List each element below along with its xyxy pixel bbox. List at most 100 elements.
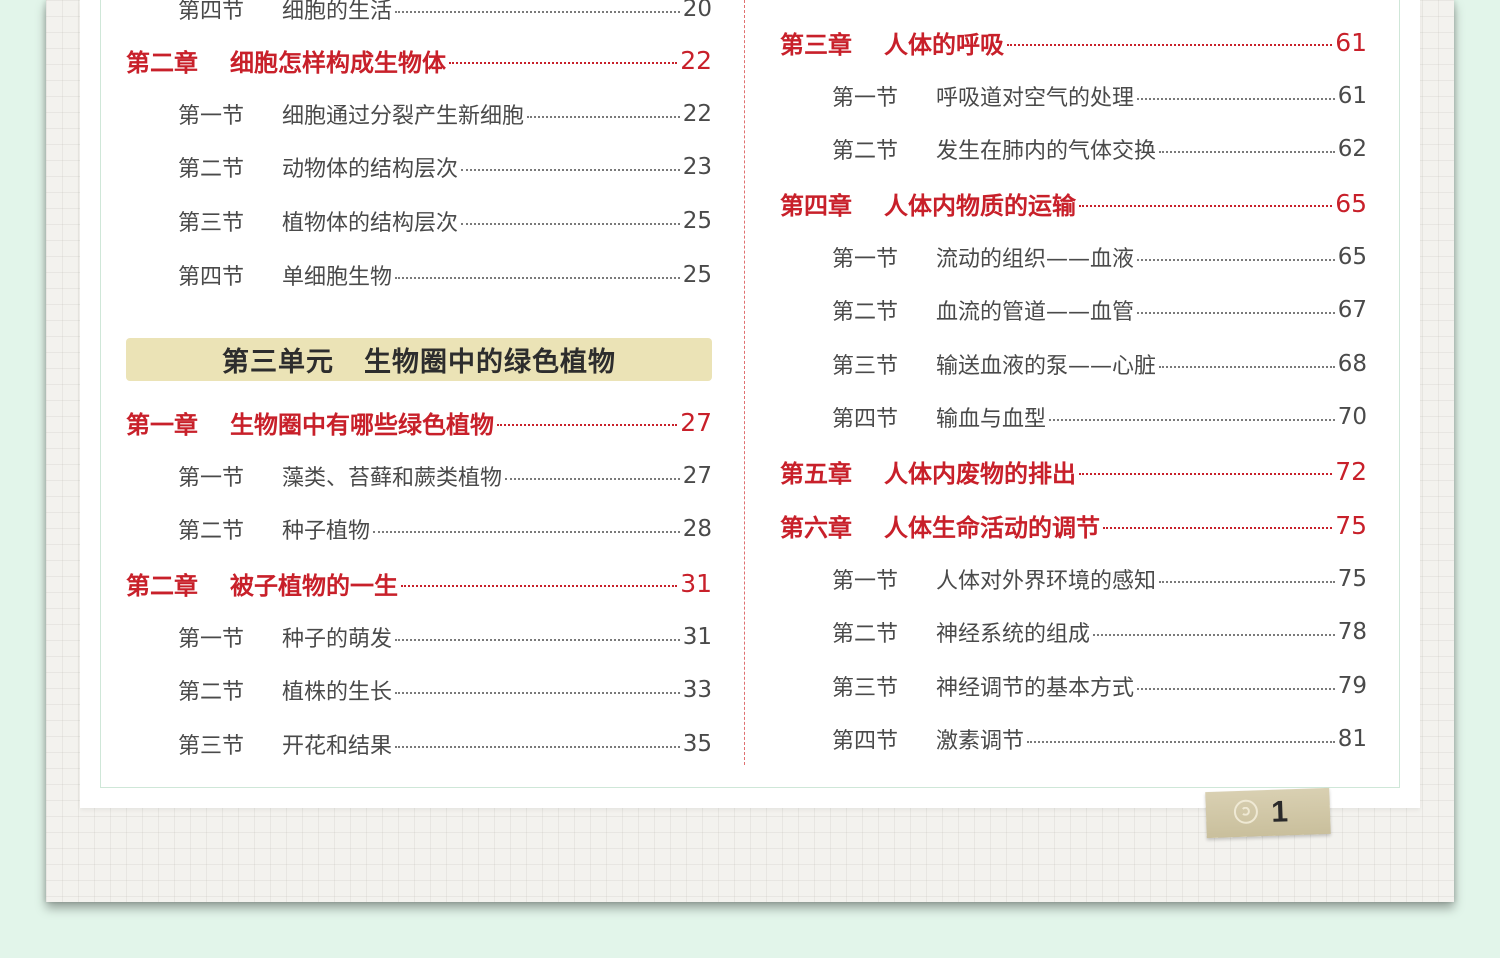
- section-number: 第二节: [832, 300, 899, 325]
- dot-leader: [395, 275, 680, 279]
- page-ref: 72: [1335, 456, 1367, 486]
- toc-chapter-row[interactable]: 第四章 人体内物质的运输 65: [780, 186, 1367, 220]
- chapter-number: 第四章: [780, 191, 852, 220]
- page-ref: 67: [1337, 297, 1367, 323]
- section-number: 第一节: [178, 104, 245, 129]
- section-number: 第四节: [832, 407, 899, 432]
- dot-leader: [461, 221, 680, 225]
- section-number: 第四节: [178, 0, 245, 24]
- section-number: 第三节: [178, 734, 245, 759]
- section-title: 神经调节的基本方式: [936, 676, 1135, 701]
- toc-section-row[interactable]: 第二节 神经系统的组成 78: [832, 615, 1367, 649]
- chapter-number: 第三章: [780, 30, 852, 59]
- toc-chapter-row[interactable]: 第一章 生物圈中有哪些绿色植物 27: [126, 405, 712, 439]
- chapter-title: 生物圈中有哪些绿色植物: [230, 410, 494, 439]
- section-number: 第二节: [178, 519, 245, 544]
- toc-section-row[interactable]: 第三节 植物体的结构层次 25: [178, 204, 712, 238]
- page-ref: 20: [682, 0, 712, 22]
- chapter-number: 第二章: [126, 571, 198, 600]
- section-title: 植株的生长: [282, 680, 393, 705]
- section-title: 种子植物: [282, 519, 371, 544]
- toc-section-row[interactable]: 第三节 输送血液的泵——心脏 68: [832, 347, 1367, 381]
- page-ref: 23: [682, 154, 712, 180]
- page-ref: 61: [1335, 27, 1367, 57]
- toc-section-row[interactable]: 第一节 种子的萌发 31: [178, 620, 712, 654]
- section-title: 人体对外界环境的感知: [936, 569, 1157, 594]
- section-number: 第二节: [832, 139, 899, 164]
- chapter-title: 人体的呼吸: [884, 30, 1004, 59]
- chapter-title: 被子植物的一生: [230, 571, 398, 600]
- toc-section-row[interactable]: 第一节 人体对外界环境的感知 75: [832, 562, 1367, 596]
- page-ref: 25: [682, 262, 712, 288]
- section-title: 发生在肺内的气体交换: [936, 139, 1157, 164]
- section-number: 第一节: [178, 466, 245, 491]
- section-number: 第三节: [832, 354, 899, 379]
- dot-leader: [401, 583, 678, 587]
- chapter-title: 人体内物质的运输: [884, 191, 1076, 220]
- page-ref: 33: [682, 677, 712, 703]
- dot-leader: [1159, 149, 1335, 153]
- section-number: 第一节: [832, 247, 899, 272]
- dot-leader: [1159, 364, 1335, 368]
- toc-chapter-row[interactable]: 第五章 人体内废物的排出 72: [780, 454, 1367, 488]
- section-number: 第四节: [832, 729, 899, 754]
- section-number: 第一节: [832, 569, 899, 594]
- chapter-number: 第五章: [780, 459, 852, 488]
- toc-section-row[interactable]: 第一节 流动的组织——血液 65: [832, 240, 1367, 274]
- toc-chapter-row[interactable]: 第二章 被子植物的一生 31: [126, 566, 712, 600]
- page-ref: 27: [680, 407, 712, 437]
- dot-leader: [395, 637, 680, 641]
- page-ref: 75: [1335, 510, 1367, 540]
- dot-leader: [1137, 257, 1335, 261]
- dot-leader: [1137, 96, 1335, 100]
- section-title: 输血与血型: [936, 407, 1047, 432]
- toc-section-row[interactable]: 第一节 藻类、苔藓和蕨类植物 27: [178, 459, 712, 493]
- publisher-logo-icon: [1233, 799, 1259, 825]
- chapter-number: 第一章: [126, 410, 198, 439]
- dot-leader: [527, 114, 680, 118]
- dot-leader: [1049, 417, 1335, 421]
- page-ref: 78: [1337, 619, 1367, 645]
- page-ref: 79: [1337, 673, 1367, 699]
- section-title: 植物体的结构层次: [282, 211, 459, 236]
- section-title: 藻类、苔藓和蕨类植物: [282, 466, 503, 491]
- section-number: 第二节: [178, 680, 245, 705]
- toc-section-row[interactable]: 第四节 单细胞生物 25: [178, 258, 712, 292]
- dot-leader: [373, 529, 680, 533]
- dot-leader: [395, 744, 680, 748]
- toc-chapter-row[interactable]: 第六章 人体生命活动的调节 75: [780, 508, 1367, 542]
- toc-section-row[interactable]: 第三节 神经调节的基本方式 79: [832, 669, 1367, 703]
- section-title: 单细胞生物: [282, 265, 393, 290]
- dot-leader: [1093, 632, 1335, 636]
- unit-banner: 第三单元 生物圈中的绿色植物: [126, 338, 712, 381]
- dot-leader: [505, 476, 680, 480]
- page-ref: 65: [1337, 244, 1367, 270]
- page-ref: 75: [1337, 566, 1367, 592]
- toc-section-row[interactable]: 第三节 开花和结果 35: [178, 727, 712, 761]
- page-ref: 28: [682, 516, 712, 542]
- dot-leader: [1159, 579, 1335, 583]
- dot-leader: [1103, 525, 1333, 529]
- page-ref: 31: [680, 568, 712, 598]
- section-title: 动物体的结构层次: [282, 157, 459, 182]
- toc-section-row[interactable]: 第二节 动物体的结构层次 23: [178, 150, 712, 184]
- page-ref: 81: [1337, 726, 1367, 752]
- chapter-title: 人体生命活动的调节: [884, 513, 1100, 542]
- unit-label: 第三单元: [222, 347, 334, 378]
- toc-section-row[interactable]: 第一节 细胞通过分裂产生新细胞 22: [178, 97, 712, 131]
- section-title: 神经系统的组成: [936, 622, 1091, 647]
- section-title: 输送血液的泵——心脏: [936, 354, 1157, 379]
- toc-section-row[interactable]: 第二节 发生在肺内的气体交换 62: [832, 132, 1367, 166]
- toc-section-row[interactable]: 第四节 激素调节 81: [832, 722, 1367, 756]
- toc-section-row[interactable]: 第二节 血流的管道——血管 67: [832, 293, 1367, 327]
- toc-section-row[interactable]: 第一节 呼吸道对空气的处理 61: [832, 79, 1367, 113]
- toc-section-row[interactable]: 第二节 植株的生长 33: [178, 673, 712, 707]
- chapter-number: 第六章: [780, 513, 852, 542]
- section-title: 呼吸道对空气的处理: [936, 86, 1135, 111]
- toc-section-row[interactable]: 第四节 输血与血型 70: [832, 400, 1367, 434]
- toc-chapter-row[interactable]: 第二章 细胞怎样构成生物体 22: [126, 43, 712, 77]
- toc-chapter-row[interactable]: 第三章 人体的呼吸 61: [780, 25, 1367, 59]
- toc-section-row[interactable]: 第二节 种子植物 28: [178, 512, 712, 546]
- toc-section-row[interactable]: 第四节 细胞的生活 20: [178, 0, 712, 26]
- dot-leader: [1007, 42, 1333, 46]
